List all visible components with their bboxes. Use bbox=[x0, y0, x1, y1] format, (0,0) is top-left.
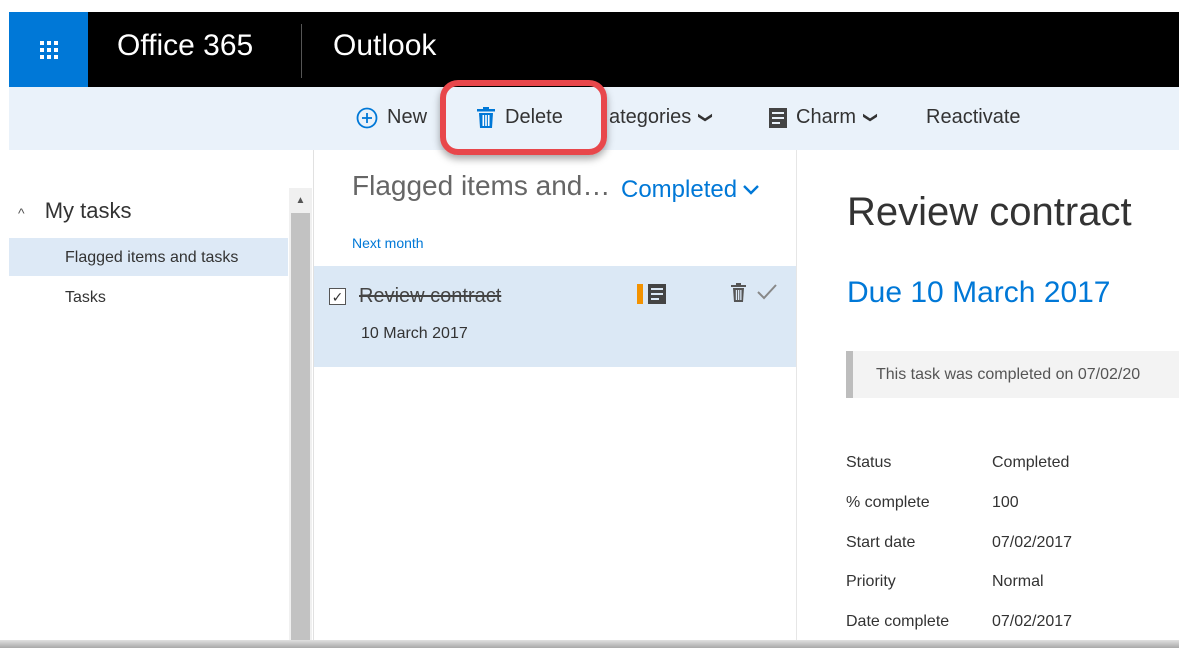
detail-value-start-date: 07/02/2017 bbox=[992, 534, 1073, 551]
window-bottom-edge bbox=[0, 640, 1179, 648]
task-complete-checkbox[interactable]: ✓ bbox=[329, 288, 346, 305]
task-date: 10 March 2017 bbox=[361, 325, 468, 342]
sidebar bbox=[9, 150, 289, 648]
filter-dropdown[interactable]: Completed bbox=[621, 176, 759, 204]
categories-label: ategories bbox=[609, 106, 692, 128]
scroll-up-arrow-icon[interactable]: ▲ bbox=[289, 188, 312, 212]
row-delete-trash-icon[interactable] bbox=[730, 283, 747, 308]
group-header: Next month bbox=[352, 235, 424, 251]
sidebar-item-flagged-label: Flagged items and tasks bbox=[65, 249, 239, 266]
due-date: Due 10 March 2017 bbox=[847, 276, 1111, 309]
charm-label: Charm bbox=[796, 106, 857, 128]
new-button[interactable]: New bbox=[356, 106, 427, 129]
task-charm-icon bbox=[648, 284, 666, 309]
detail-value-priority: Normal bbox=[992, 573, 1044, 590]
detail-label-date-complete: Date complete bbox=[846, 613, 950, 630]
header-divider bbox=[301, 24, 302, 78]
scrollbar-thumb[interactable] bbox=[291, 213, 310, 648]
detail-label-status: Status bbox=[846, 454, 892, 471]
list-title: Flagged items and… bbox=[352, 170, 611, 201]
category-marker bbox=[637, 284, 643, 309]
reading-pane-divider bbox=[796, 150, 797, 648]
categories-button[interactable]: ategories ❯ bbox=[609, 106, 715, 129]
row-mark-complete-check-icon[interactable] bbox=[756, 282, 778, 307]
filter-label: Completed bbox=[621, 176, 738, 203]
add-circle-icon bbox=[356, 107, 378, 128]
chevron-up-icon: ^ bbox=[18, 205, 25, 221]
sidebar-item-tasks[interactable]: Tasks bbox=[65, 289, 106, 307]
new-label: New bbox=[387, 106, 428, 128]
category-color-icon bbox=[637, 284, 643, 304]
chevron-down-icon: ❯ bbox=[863, 111, 880, 124]
detail-value-status: Completed bbox=[992, 454, 1070, 471]
reactivate-button[interactable]: Reactivate bbox=[926, 106, 1021, 129]
suite-title[interactable]: Office 365 bbox=[117, 29, 253, 63]
detail-label-start-date: Start date bbox=[846, 534, 916, 551]
detail-value-percent: 100 bbox=[992, 494, 1019, 511]
app-title[interactable]: Outlook bbox=[333, 29, 436, 63]
chevron-down-icon bbox=[743, 185, 759, 195]
pane-divider bbox=[313, 150, 314, 648]
app-launcher-button[interactable] bbox=[9, 12, 88, 87]
task-row[interactable] bbox=[314, 266, 796, 367]
completed-notice-text: This task was completed on 07/02/20 bbox=[876, 366, 1141, 383]
detail-label-priority: Priority bbox=[846, 573, 896, 590]
my-tasks-group[interactable]: ^ My tasks bbox=[18, 198, 132, 224]
charm-icon bbox=[769, 107, 787, 128]
task-title: Review contract bbox=[359, 285, 502, 307]
chevron-down-icon: ❯ bbox=[698, 111, 715, 124]
reading-title: Review contract bbox=[847, 190, 1132, 234]
detail-label-percent: % complete bbox=[846, 494, 930, 511]
reactivate-label: Reactivate bbox=[926, 106, 1021, 128]
my-tasks-label: My tasks bbox=[44, 198, 132, 223]
waffle-icon bbox=[39, 40, 58, 59]
charm-button[interactable]: Charm ❯ bbox=[769, 106, 880, 129]
delete-highlight-annotation bbox=[440, 80, 607, 155]
detail-value-date-complete: 07/02/2017 bbox=[992, 613, 1073, 630]
